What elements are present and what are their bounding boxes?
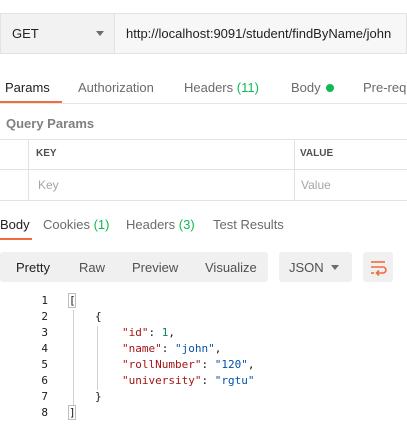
- tab-headers-label: Headers: [184, 80, 234, 95]
- indent-guide: [73, 310, 74, 405]
- line-number: 5: [41, 358, 48, 371]
- table-col-divider-2: [294, 139, 295, 201]
- tab-pre-request[interactable]: Pre-requ: [363, 80, 407, 95]
- json-key: "university": [122, 374, 202, 387]
- table-col-divider-1: [28, 139, 29, 201]
- format-select[interactable]: JSON: [279, 252, 352, 282]
- tabs-divider: [0, 103, 407, 104]
- json-key: "name": [122, 342, 162, 355]
- line-number: 4: [41, 342, 48, 355]
- json-line-rollnumber: "rollNumber": "120",: [122, 358, 255, 371]
- json-line-id: "id": 1,: [122, 326, 175, 339]
- json-value: "john": [175, 342, 215, 355]
- json-value: "120": [214, 358, 248, 371]
- response-headers-count: (3): [178, 217, 195, 232]
- format-label: JSON: [289, 260, 324, 275]
- wrap-lines-icon: [371, 261, 387, 277]
- status-dot-icon: [325, 83, 334, 92]
- method-label: GET: [12, 26, 39, 41]
- line-number: 3: [41, 326, 48, 339]
- response-tab-cookies[interactable]: Cookies (1): [43, 217, 109, 232]
- wrap-lines-button[interactable]: [363, 252, 393, 282]
- headers-count: (11): [236, 80, 259, 95]
- json-line-name: "name": "john",: [122, 342, 222, 355]
- response-active-tab-indicator: [0, 238, 32, 240]
- tab-body[interactable]: Body: [291, 80, 334, 95]
- response-tab-headers[interactable]: Headers (3): [126, 217, 195, 232]
- response-tab-body[interactable]: Body: [0, 217, 30, 232]
- json-open-bracket: [: [69, 294, 76, 307]
- json-value: 1: [161, 326, 169, 339]
- indent-guide: [97, 326, 98, 390]
- table-border-bottom: [0, 200, 407, 201]
- table-border-top: [0, 139, 407, 140]
- response-tab-test-results[interactable]: Test Results: [213, 217, 284, 232]
- line-number: 8: [41, 406, 48, 419]
- query-params-title: Query Params: [6, 116, 95, 131]
- url-input[interactable]: http://localhost:9091/student/findByName…: [115, 13, 407, 54]
- param-key-input[interactable]: Key: [38, 178, 59, 192]
- column-header-key: KEY: [36, 148, 57, 159]
- tab-headers[interactable]: Headers (11): [184, 80, 259, 95]
- view-visualize-button[interactable]: Visualize: [205, 260, 257, 275]
- column-header-value: VALUE: [300, 148, 334, 159]
- chevron-down-icon: [96, 31, 104, 36]
- line-number: 2: [41, 310, 48, 323]
- line-number: 6: [41, 374, 48, 387]
- tab-body-label: Body: [291, 80, 321, 95]
- view-pretty-button[interactable]: Pretty: [16, 260, 50, 275]
- chevron-down-icon: [331, 265, 339, 270]
- url-value: http://localhost:9091/student/findByName…: [126, 26, 392, 41]
- tab-authorization[interactable]: Authorization: [78, 80, 154, 95]
- json-open-brace: {: [95, 310, 102, 323]
- table-header-divider: [0, 169, 407, 170]
- method-select[interactable]: GET: [0, 13, 115, 54]
- line-number: 1: [41, 294, 48, 307]
- json-value: "rgtu": [214, 374, 255, 387]
- cookies-label: Cookies: [43, 217, 90, 232]
- view-raw-button[interactable]: Raw: [79, 260, 105, 275]
- line-number: 7: [41, 390, 48, 403]
- json-close-bracket: ]: [69, 406, 76, 419]
- tab-params[interactable]: Params: [5, 80, 50, 95]
- param-value-input[interactable]: Value: [301, 178, 331, 192]
- json-close-brace: }: [95, 390, 102, 403]
- json-key: "rollNumber": [122, 358, 202, 371]
- json-line-university: "university": "rgtu": [122, 374, 255, 387]
- response-headers-label: Headers: [126, 217, 176, 232]
- view-preview-button[interactable]: Preview: [132, 260, 178, 275]
- json-key: "id": [122, 326, 149, 339]
- cookies-count: (1): [93, 217, 110, 232]
